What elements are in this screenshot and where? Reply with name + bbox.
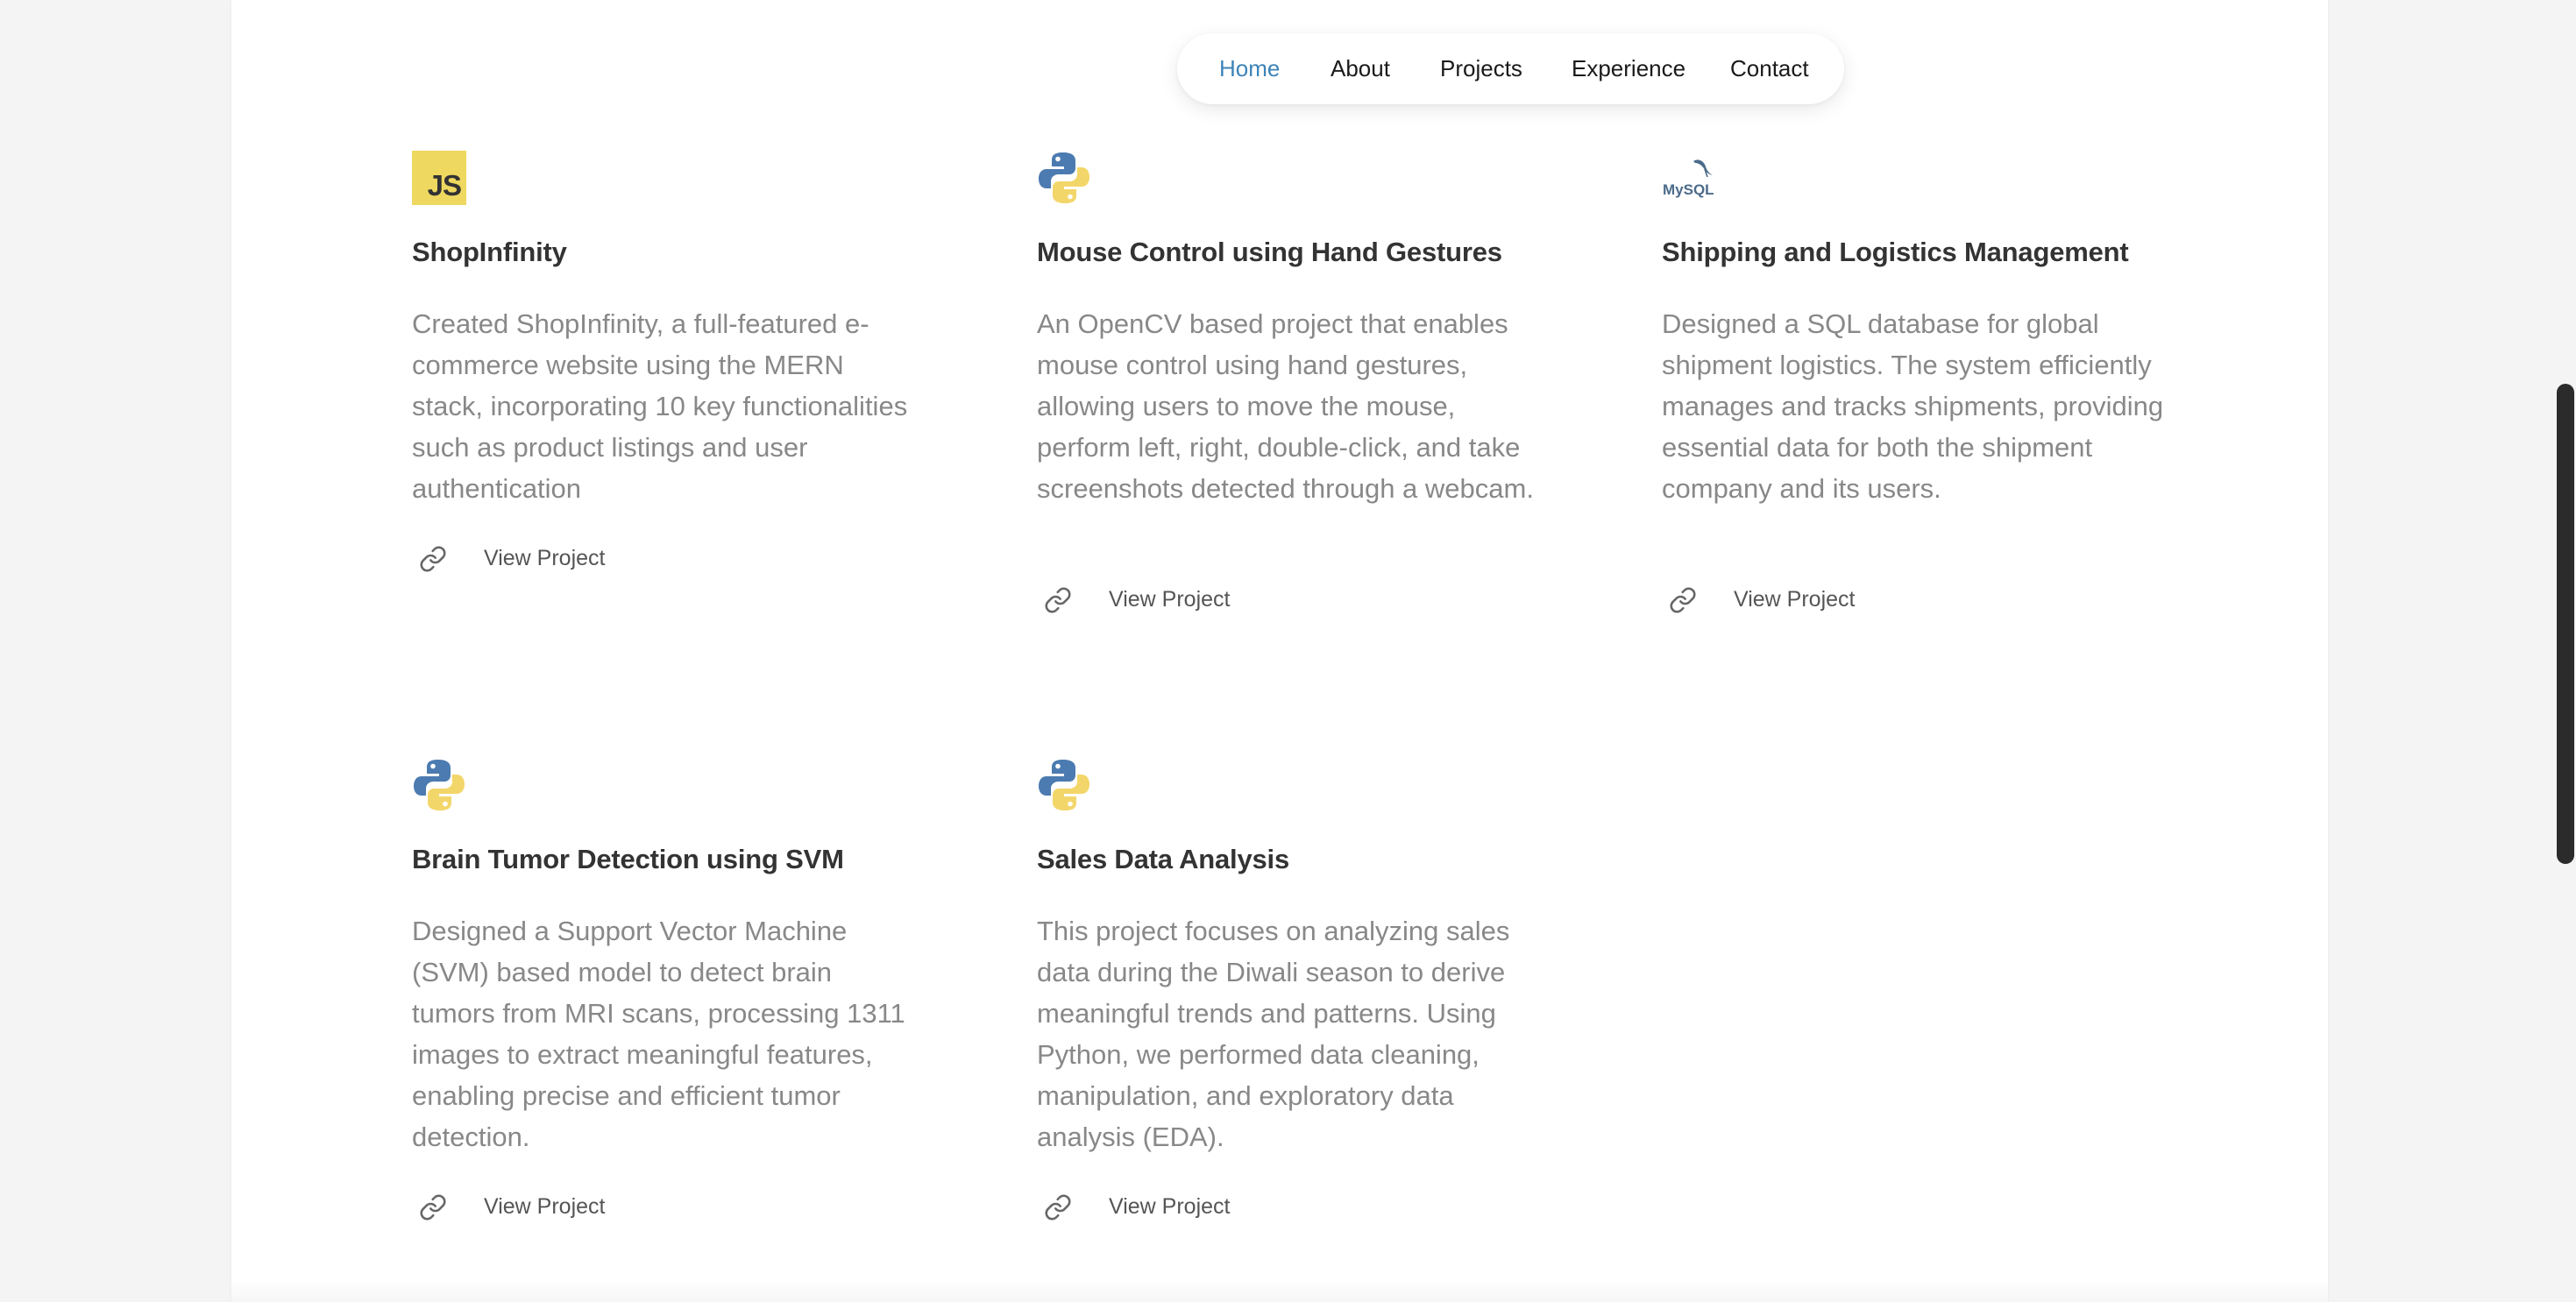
project-title: Sales Data Analysis	[1037, 844, 1289, 874]
bottom-shadow	[231, 1279, 2328, 1302]
project-title: ShopInfinity	[412, 237, 567, 267]
link-icon	[1045, 587, 1071, 613]
nav-home[interactable]: Home	[1219, 33, 1280, 104]
python-icon	[1039, 152, 1089, 203]
project-description: Designed a SQL database for global shipm…	[1662, 308, 2164, 504]
svg-text:MySQL: MySQL	[1663, 181, 1714, 198]
scrollbar-thumb[interactable]	[2557, 384, 2574, 864]
mysql-icon: MySQL	[1663, 159, 1714, 198]
javascript-icon: JS	[412, 151, 466, 205]
link-icon	[420, 546, 446, 572]
project-description: An OpenCV based project that enables mou…	[1037, 308, 1534, 504]
project-description: Created ShopInfinity, a full-featured e-…	[412, 308, 908, 504]
link-icon	[420, 1194, 446, 1221]
project-title: Brain Tumor Detection using SVM	[412, 844, 844, 874]
python-icon	[1039, 760, 1089, 810]
link-icon	[1045, 1194, 1071, 1221]
project-title: Shipping and Logistics Management	[1662, 237, 2129, 267]
link-icon	[1670, 587, 1696, 613]
nav-experience[interactable]: Experience	[1572, 33, 1685, 104]
top-nav: Home About Projects Experience Contact	[1177, 33, 1844, 104]
project-title: Mouse Control using Hand Gestures	[1037, 237, 1502, 267]
nav-about[interactable]: About	[1331, 33, 1390, 104]
project-description: This project focuses on analyzing sales …	[1037, 916, 1510, 1152]
nav-projects[interactable]: Projects	[1440, 33, 1522, 104]
python-icon	[414, 760, 465, 810]
project-description: Designed a Support Vector Machine (SVM) …	[412, 916, 905, 1152]
nav-contact[interactable]: Contact	[1730, 33, 1809, 104]
portfolio-page: Home About Projects Experience Contact J…	[231, 0, 2328, 1302]
